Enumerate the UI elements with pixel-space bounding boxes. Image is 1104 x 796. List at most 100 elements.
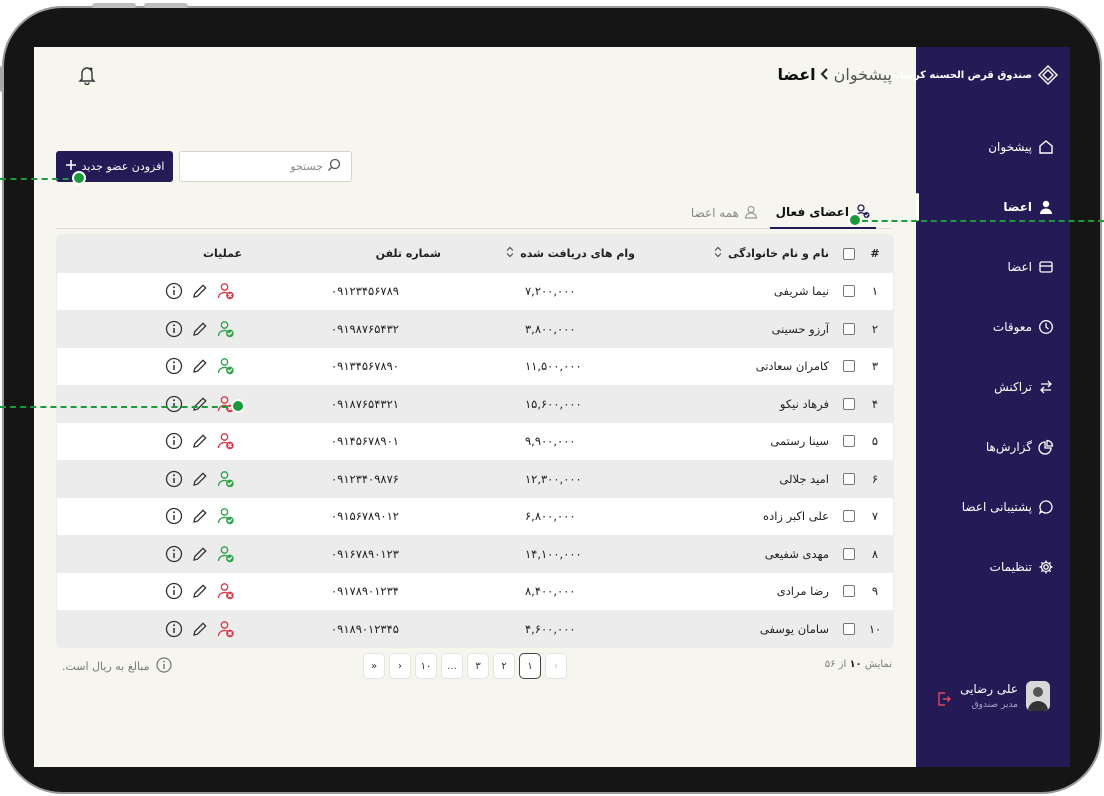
sidebar-item-2[interactable]: اعضا <box>916 247 1070 287</box>
row-checkbox[interactable] <box>843 285 855 298</box>
page-button[interactable]: ۳ <box>468 654 488 678</box>
info-icon <box>155 657 172 676</box>
edit-pencil-icon[interactable] <box>191 320 209 338</box>
tab-all-members[interactable]: همه اعضا <box>685 197 764 229</box>
info-icon[interactable] <box>165 320 183 338</box>
table-header: # نام و نام خانوادگی وام های دریافت شده … <box>57 235 893 272</box>
page-button[interactable]: › <box>390 654 410 678</box>
header-operations: عملیات <box>203 247 243 260</box>
user-inactive-icon[interactable] <box>217 432 235 450</box>
select-all-checkbox[interactable] <box>843 247 855 260</box>
member-name: سامان یوسفی <box>759 621 829 636</box>
breadcrumb-parent[interactable]: پیشخوان <box>834 65 892 84</box>
member-phone: ۰۹۱۸۷۶۵۴۳۲۱ <box>331 396 399 411</box>
row-number: ۳ <box>871 359 879 374</box>
member-tabs: اعضای فعال همه اعضا <box>56 193 892 229</box>
row-checkbox[interactable] <box>843 360 855 373</box>
member-name: امید جلالی <box>779 471 829 486</box>
member-phone: ۰۹۱۷۸۹۰۱۲۳۴ <box>331 584 399 599</box>
row-operations <box>165 395 235 413</box>
page-button[interactable]: ... <box>442 654 462 678</box>
edit-pencil-icon[interactable] <box>191 432 209 450</box>
user-active-icon[interactable] <box>217 470 235 488</box>
row-number: ۷ <box>871 509 879 524</box>
info-icon[interactable] <box>165 357 183 375</box>
header-name[interactable]: نام و نام خانوادگی <box>714 246 829 261</box>
info-icon[interactable] <box>165 545 183 563</box>
user-inactive-icon[interactable] <box>217 620 235 638</box>
sidebar-item-4[interactable]: تراکنش <box>916 367 1070 407</box>
member-phone: ۰۹۱۲۳۴۰۹۸۷۶ <box>331 471 399 486</box>
edit-pencil-icon[interactable] <box>191 395 209 413</box>
row-checkbox[interactable] <box>843 510 855 523</box>
sidebar-item-5[interactable]: گزارش‌ها <box>916 427 1070 467</box>
logout-icon[interactable] <box>936 691 952 707</box>
bell-icon[interactable] <box>78 65 96 86</box>
search-box[interactable] <box>179 151 352 182</box>
table-row[interactable]: ۱ نیما شریفی ۷,۲۰۰,۰۰۰ ۰۹۱۲۳۴۵۶۷۸۹ <box>57 272 893 310</box>
row-checkbox[interactable] <box>843 435 855 448</box>
page-button[interactable]: ۲ <box>494 654 514 678</box>
table-row[interactable]: ۱۰ سامان یوسفی ۴,۶۰۰,۰۰۰ ۰۹۱۸۹۰۱۲۳۴۵ <box>57 609 893 647</box>
search-input[interactable] <box>203 160 323 173</box>
edit-pencil-icon[interactable] <box>191 282 209 300</box>
info-icon[interactable] <box>165 470 183 488</box>
header-loans[interactable]: وام های دریافت شده <box>506 246 635 261</box>
row-number: ۵ <box>871 434 879 449</box>
table-row[interactable]: ۹ رضا مرادی ۸,۴۰۰,۰۰۰ ۰۹۱۷۸۹۰۱۲۳۴ <box>57 572 893 610</box>
info-icon[interactable] <box>165 432 183 450</box>
info-icon[interactable] <box>165 395 183 413</box>
table-row[interactable]: ۸ مهدی شفیعی ۱۴,۱۰۰,۰۰۰ ۰۹۱۶۷۸۹۰۱۲۳ <box>57 534 893 572</box>
sidebar-item-label: معوقات <box>992 320 1032 334</box>
table-row[interactable]: ۲ آرزو حسینی ۳,۸۰۰,۰۰۰ ۰۹۱۹۸۷۶۵۴۳۲ <box>57 309 893 347</box>
info-icon[interactable] <box>165 507 183 525</box>
edit-pencil-icon[interactable] <box>191 582 209 600</box>
table-row[interactable]: ۷ علی اکبر زاده ۶,۸۰۰,۰۰۰ ۰۹۱۵۶۷۸۹۰۱۲ <box>57 497 893 535</box>
table-row[interactable]: ۴ فرهاد نیکو ۱۵,۶۰۰,۰۰۰ ۰۹۱۸۷۶۵۴۳۲۱ <box>57 384 893 422</box>
edit-pencil-icon[interactable] <box>191 545 209 563</box>
user-active-icon[interactable] <box>217 545 235 563</box>
row-number: ۶ <box>871 471 879 486</box>
sidebar: صندوق قرض الحسنه کریمانه پیشخوان اعضا اعضا… <box>890 47 1070 767</box>
user-icon <box>1038 199 1054 215</box>
page-button-current[interactable]: ۱ <box>520 654 540 678</box>
user-inactive-icon[interactable] <box>217 282 235 300</box>
info-icon[interactable] <box>165 620 183 638</box>
row-checkbox[interactable] <box>843 472 855 485</box>
user-inactive-icon[interactable] <box>217 582 235 600</box>
page-button[interactable]: » <box>364 654 384 678</box>
user-active-icon[interactable] <box>217 507 235 525</box>
page-button[interactable]: ‹ <box>546 654 566 678</box>
sidebar-item-7[interactable]: تنظیمات <box>916 547 1070 587</box>
row-checkbox[interactable] <box>843 585 855 598</box>
user-profile[interactable]: علی رضایی مدیر صندوق <box>960 681 1050 711</box>
edit-pencil-icon[interactable] <box>191 357 209 375</box>
table-row[interactable]: ۵ سینا رستمی ۹,۹۰۰,۰۰۰ ۰۹۱۴۵۶۷۸۹۰۱ <box>57 422 893 460</box>
sidebar-item-0[interactable]: پیشخوان <box>916 127 1070 167</box>
page-button[interactable]: ۱۰ <box>416 654 436 678</box>
row-checkbox[interactable] <box>843 547 855 560</box>
edit-pencil-icon[interactable] <box>191 507 209 525</box>
member-phone: ۰۹۱۸۹۰۱۲۳۴۵ <box>331 621 399 636</box>
sidebar-item-3[interactable]: معوقات <box>916 307 1070 347</box>
member-loan-amount: ۷,۲۰۰,۰۰۰ <box>525 284 576 299</box>
member-loan-amount: ۸,۴۰۰,۰۰۰ <box>525 584 576 599</box>
user-active-icon[interactable] <box>217 357 235 375</box>
row-checkbox[interactable] <box>843 622 855 635</box>
info-icon[interactable] <box>165 582 183 600</box>
info-icon[interactable] <box>165 282 183 300</box>
pie-chart-icon <box>1038 439 1054 455</box>
callout-dot <box>72 171 86 185</box>
table-row[interactable]: ۶ امید جلالی ۱۲,۳۰۰,۰۰۰ ۰۹۱۲۳۴۰۹۸۷۶ <box>57 459 893 497</box>
member-name: نیما شریفی <box>773 284 829 299</box>
row-operations <box>165 620 235 638</box>
edit-pencil-icon[interactable] <box>191 470 209 488</box>
row-checkbox[interactable] <box>843 322 855 335</box>
row-operations <box>165 507 235 525</box>
user-active-icon[interactable] <box>217 320 235 338</box>
sidebar-item-6[interactable]: پشتیبانی اعضا <box>916 487 1070 527</box>
member-loan-amount: ۱۵,۶۰۰,۰۰۰ <box>525 396 582 411</box>
row-checkbox[interactable] <box>843 397 855 410</box>
table-row[interactable]: ۳ کامران سعادتی ۱۱,۵۰۰,۰۰۰ ۰۹۱۳۴۵۶۷۸۹۰ <box>57 347 893 385</box>
edit-pencil-icon[interactable] <box>191 620 209 638</box>
